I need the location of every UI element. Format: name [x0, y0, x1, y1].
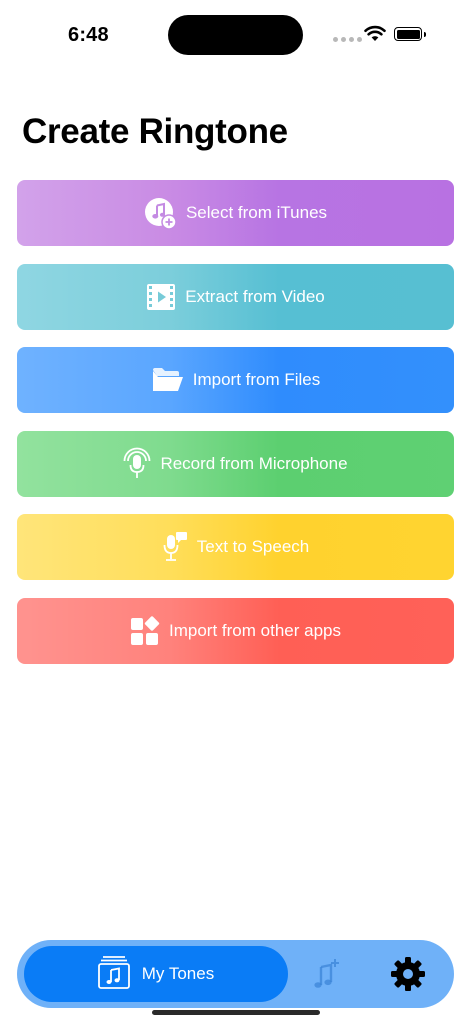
microphone-waves-icon — [123, 447, 151, 481]
music-note-add-icon — [144, 197, 177, 230]
tab-my-tones[interactable]: My Tones — [24, 946, 288, 1002]
select-from-itunes-button[interactable]: Select from iTunes — [17, 180, 454, 246]
tab-bar: My Tones — [17, 940, 454, 1008]
record-from-microphone-button[interactable]: Record from Microphone — [17, 430, 454, 497]
home-indicator — [152, 1010, 320, 1015]
gear-icon[interactable] — [390, 956, 426, 997]
video-film-icon — [146, 283, 176, 311]
music-tones-icon — [97, 955, 130, 994]
app-grid-icon — [130, 616, 160, 646]
option-label: Import from other apps — [169, 620, 341, 640]
import-from-files-button[interactable]: Import from Files — [17, 347, 454, 414]
folder-icon — [151, 367, 184, 393]
page-title: Create Ringtone — [22, 112, 288, 151]
extract-from-video-button[interactable]: Extract from Video — [17, 263, 454, 330]
option-label: Text to Speech — [196, 537, 310, 557]
status-time: 6:48 — [68, 24, 109, 46]
option-label: Extract from Video — [185, 286, 325, 306]
battery-icon — [394, 27, 426, 41]
speech-microphone-icon — [162, 531, 188, 563]
option-label: Import from Files — [192, 370, 321, 390]
create-options-list: Select from iTunes Extract from Video Im… — [17, 180, 454, 682]
option-label: Select from iTunes — [185, 203, 328, 222]
option-label: Record from Microphone — [160, 453, 348, 473]
status-bar: 6:48 — [0, 0, 471, 70]
wifi-icon — [364, 25, 386, 41]
dynamic-island — [168, 15, 303, 55]
cellular-signal-icon — [333, 37, 362, 42]
music-add-icon[interactable] — [311, 958, 341, 995]
import-from-other-apps-button[interactable]: Import from other apps — [17, 597, 454, 664]
tab-label: My Tones — [141, 964, 215, 983]
text-to-speech-button[interactable]: Text to Speech — [17, 514, 454, 581]
